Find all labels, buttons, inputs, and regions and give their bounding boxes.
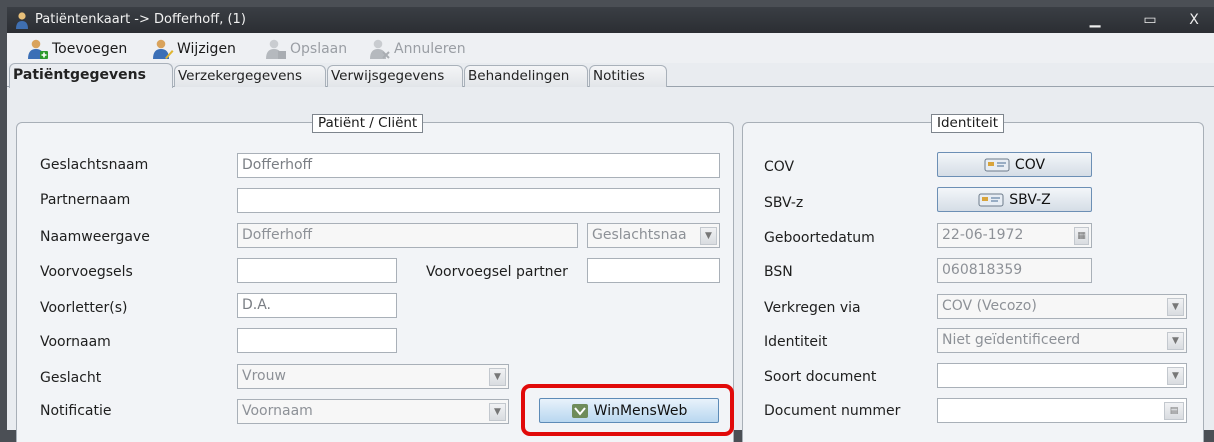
- tab-verwijsgegevens[interactable]: Verwijsgegevens: [327, 65, 463, 87]
- tab-bar: Patiëntgegevens Verzekergegevens Verwijs…: [7, 63, 1214, 88]
- tab-notities[interactable]: Notities: [589, 65, 667, 87]
- title-bar: Patiëntenkaart -> Dofferhoff, (1) ▁ ▭ X: [7, 7, 1214, 33]
- geslacht-select[interactable]: Vrouw ▼: [237, 364, 509, 389]
- geboortedatum-value: 22-06-1972: [942, 227, 1024, 243]
- partnernaam-input[interactable]: [237, 188, 720, 213]
- person-icon: [16, 12, 28, 29]
- partnernaam-label: Partnernaam: [40, 192, 131, 208]
- naamweergave-select[interactable]: Geslachtsnaa ▼: [587, 223, 720, 248]
- add-user-icon: [28, 39, 48, 59]
- tab-behandelingen[interactable]: Behandelingen: [464, 65, 588, 87]
- chevron-down-icon[interactable]: ▼: [700, 227, 717, 245]
- edit-button[interactable]: Wijzigen: [152, 37, 236, 61]
- voorletters-label: Voorletter(s): [40, 300, 128, 316]
- naamweergave-input[interactable]: Dofferhoff: [237, 223, 578, 248]
- voorvoegsel-partner-label: Voorvoegsel partner: [426, 264, 568, 280]
- chevron-down-icon[interactable]: ▼: [1167, 332, 1184, 350]
- identiteit-select[interactable]: Niet geïdentificeerd ▼: [937, 328, 1187, 353]
- geslacht-select-value: Vrouw: [242, 368, 286, 384]
- patient-legend: Patiënt / Cliënt: [312, 114, 424, 133]
- chevron-down-icon[interactable]: ▼: [1167, 298, 1184, 316]
- voorvoegsels-input[interactable]: [237, 258, 397, 283]
- cov-button-label: COV: [1014, 156, 1046, 173]
- identiteit-legend: Identiteit: [931, 114, 1005, 133]
- card-reader-icon: [978, 193, 1004, 207]
- highlight-box: [521, 384, 734, 436]
- document-nummer-label: Document nummer: [764, 403, 901, 419]
- close-button[interactable]: X: [1181, 10, 1207, 30]
- cancel-user-icon: [370, 39, 390, 59]
- save-label: Opslaan: [290, 41, 348, 57]
- add-label: Toevoegen: [52, 41, 128, 57]
- naamweergave-select-value: Geslachtsnaa: [592, 227, 687, 243]
- cov-label: COV: [764, 159, 795, 175]
- geslacht-label: Geslacht: [40, 370, 102, 386]
- window-title: Patiëntenkaart -> Dofferhoff, (1): [35, 12, 246, 27]
- soort-document-label: Soort document: [764, 369, 877, 385]
- save-user-icon: [266, 39, 286, 59]
- voornaam-label: Voornaam: [40, 334, 111, 350]
- chevron-down-icon[interactable]: ▼: [489, 368, 506, 386]
- geboortedatum-input[interactable]: 22-06-1972 ▦: [937, 223, 1092, 248]
- geslachtsnaam-input[interactable]: Dofferhoff: [237, 153, 720, 178]
- sbvz-button[interactable]: SBV-Z: [937, 187, 1092, 212]
- sbvz-label: SBV-z: [764, 195, 804, 211]
- chevron-down-icon[interactable]: ▼: [489, 403, 506, 421]
- toolbar: Toevoegen Wijzigen Opslaan Annuleren: [7, 33, 1214, 63]
- voornaam-input[interactable]: [237, 328, 397, 353]
- cov-button[interactable]: COV: [937, 152, 1092, 177]
- bsn-label: BSN: [764, 264, 793, 280]
- card-reader-icon: [984, 158, 1010, 172]
- notificatie-select[interactable]: Voornaam ▼: [237, 399, 509, 424]
- tab-patientgegevens[interactable]: Patiëntgegevens: [9, 63, 173, 88]
- notificatie-label: Notificatie: [40, 403, 112, 419]
- verkregen-via-value: COV (Vecozo): [942, 298, 1037, 314]
- document-nummer-input[interactable]: ▤: [937, 398, 1187, 423]
- identiteit-value: Niet geïdentificeerd: [942, 332, 1081, 348]
- edit-label: Wijzigen: [177, 41, 236, 57]
- save-button[interactable]: Opslaan: [265, 37, 347, 61]
- voorletters-input[interactable]: D.A.: [237, 293, 397, 318]
- minimize-button[interactable]: ▁: [1082, 10, 1108, 30]
- notificatie-select-value: Voornaam: [242, 403, 313, 419]
- geboortedatum-label: Geboortedatum: [764, 230, 875, 246]
- chevron-down-icon[interactable]: ▼: [1167, 367, 1184, 385]
- cancel-button[interactable]: Annuleren: [369, 37, 466, 61]
- verkregen-via-label: Verkregen via: [764, 300, 861, 316]
- sbvz-button-label: SBV-Z: [1009, 191, 1051, 208]
- calendar-icon[interactable]: ▦: [1074, 227, 1089, 245]
- identiteit-label: Identiteit: [764, 334, 828, 350]
- soort-document-select[interactable]: ▼: [937, 363, 1187, 388]
- edit-user-icon: [153, 39, 174, 59]
- maximize-button[interactable]: ▭: [1137, 10, 1163, 30]
- voorvoegsel-partner-input[interactable]: [587, 258, 720, 283]
- card-scan-icon[interactable]: ▤: [1164, 402, 1184, 420]
- verkregen-via-select[interactable]: COV (Vecozo) ▼: [937, 294, 1187, 319]
- geslachtsnaam-label: Geslachtsnaam: [40, 157, 149, 173]
- bsn-input[interactable]: 060818359: [937, 258, 1092, 283]
- tab-verzekergegevens[interactable]: Verzekergegevens: [174, 65, 326, 87]
- add-button[interactable]: Toevoegen: [27, 37, 127, 61]
- naamweergave-label: Naamweergave: [40, 229, 150, 245]
- cancel-label: Annuleren: [394, 41, 466, 57]
- voorvoegsels-label: Voorvoegsels: [40, 264, 133, 280]
